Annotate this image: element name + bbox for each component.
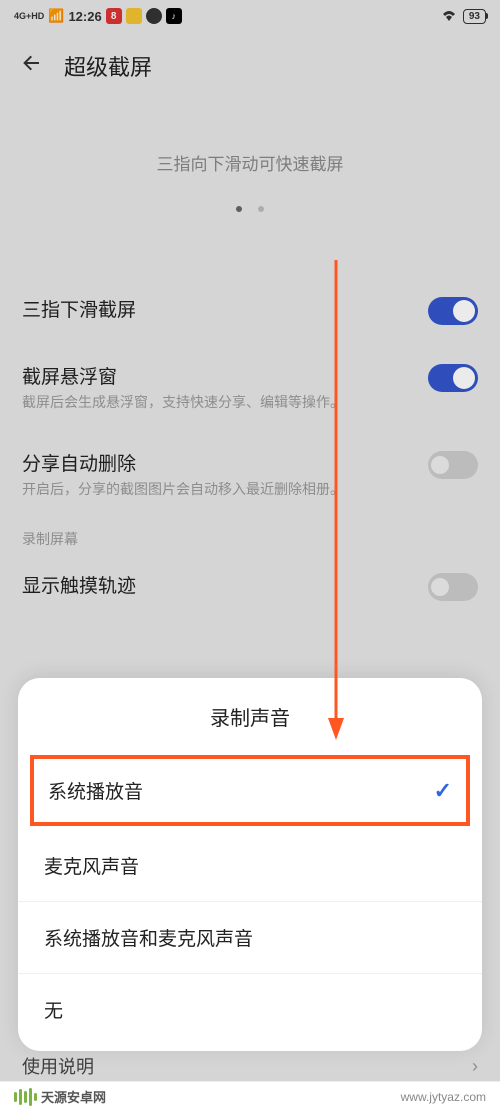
setting-auto-delete[interactable]: 分享自动删除 开启后，分享的截图图片会自动移入最近删除相册。 [22, 431, 478, 518]
page-header: 超级截屏 [0, 32, 500, 100]
option-system-audio[interactable]: 系统播放音 ✓ [30, 755, 470, 826]
back-button[interactable] [20, 51, 44, 82]
app-icon-2 [126, 8, 142, 24]
option-microphone[interactable]: 麦克风声音 [18, 830, 482, 902]
setting-title: 三指下滑截屏 [22, 295, 368, 322]
section-label: 录制屏幕 [22, 517, 478, 553]
signal-icon: 📶 [48, 8, 64, 24]
setting-title: 分享自动删除 [22, 449, 368, 476]
setting-title: 显示触摸轨迹 [22, 571, 368, 598]
dot-active [236, 206, 242, 212]
setting-touch-trace[interactable]: 显示触摸轨迹 [22, 553, 478, 620]
setting-float-window[interactable]: 截屏悬浮窗 截屏后会生成悬浮窗，支持快速分享、编辑等操作。 [22, 344, 478, 431]
setting-three-finger[interactable]: 三指下滑截屏 [22, 277, 478, 344]
checkmark-icon: ✓ [434, 778, 452, 804]
battery-indicator: 93 [463, 9, 486, 24]
toggle-switch[interactable] [428, 573, 478, 601]
chevron-right-icon: › [472, 1056, 478, 1077]
tiktok-icon: ♪ [166, 8, 182, 24]
audio-recording-modal: 录制声音 系统播放音 ✓ 麦克风声音 系统播放音和麦克风声音 无 [18, 678, 482, 1051]
usage-instructions[interactable]: 使用说明 › [22, 1053, 478, 1079]
wifi-icon [441, 9, 457, 24]
option-label: 系统播放音和麦克风声音 [44, 924, 253, 951]
setting-desc: 开启后，分享的截图图片会自动移入最近删除相册。 [22, 480, 368, 500]
setting-desc: 截屏后会生成悬浮窗，支持快速分享、编辑等操作。 [22, 393, 368, 413]
option-label: 麦克风声音 [44, 852, 139, 879]
clock: 12:26 [68, 9, 101, 24]
status-bar: 4G+HD 📶 12:26 8 ♪ 93 [0, 0, 500, 32]
option-none[interactable]: 无 [18, 974, 482, 1051]
brand-name: 天源安卓网 [41, 1087, 106, 1106]
option-label: 系统播放音 [48, 777, 143, 804]
option-both-audio[interactable]: 系统播放音和麦克风声音 [18, 902, 482, 974]
option-label: 无 [44, 996, 63, 1023]
network-indicator: 4G+HD [14, 12, 44, 21]
preview-hint: 三指向下滑动可快速截屏 [0, 150, 500, 175]
dot-inactive [258, 206, 264, 212]
brand-logo: 天源安卓网 [14, 1087, 106, 1106]
app-icon-1: 8 [106, 8, 122, 24]
usage-label: 使用说明 [22, 1053, 94, 1079]
brand-url: www.jytyaz.com [401, 1090, 486, 1104]
app-icon-3 [146, 8, 162, 24]
toggle-switch[interactable] [428, 451, 478, 479]
setting-title: 截屏悬浮窗 [22, 362, 368, 389]
watermark-footer: 天源安卓网 www.jytyaz.com [0, 1081, 500, 1111]
preview-area: 三指向下滑动可快速截屏 [0, 100, 500, 237]
toggle-switch[interactable] [428, 297, 478, 325]
page-title: 超级截屏 [64, 50, 152, 82]
toggle-switch[interactable] [428, 364, 478, 392]
page-indicator [0, 199, 500, 217]
modal-title: 录制声音 [18, 702, 482, 731]
